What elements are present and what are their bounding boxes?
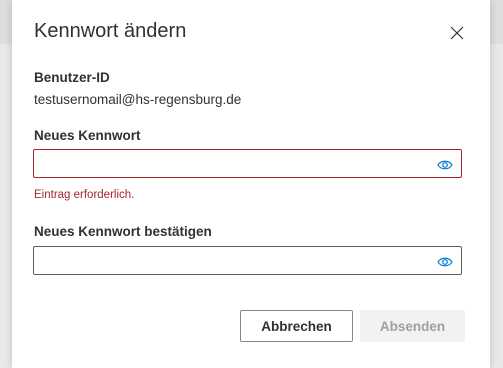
user-id-label: Benutzer-ID [34,70,110,85]
new-password-field [33,149,462,178]
change-password-dialog: Kennwort ändern Benutzer-ID testusernoma… [12,0,490,368]
new-password-error: Eintrag erforderlich. [34,189,135,201]
confirm-password-input[interactable] [34,247,445,274]
dialog-title: Kennwort ändern [34,20,187,42]
new-password-input[interactable] [34,150,445,177]
confirm-password-label: Neues Kennwort bestätigen [34,224,212,239]
eye-icon[interactable] [437,158,453,170]
close-icon[interactable] [449,25,465,41]
cancel-button[interactable]: Abbrechen [240,310,353,342]
confirm-password-field [33,246,462,275]
new-password-label: Neues Kennwort [34,128,141,143]
eye-icon[interactable] [437,255,453,267]
submit-button[interactable]: Absenden [360,310,465,342]
user-id-value: testusernomail@hs-regensburg.de [34,92,242,107]
